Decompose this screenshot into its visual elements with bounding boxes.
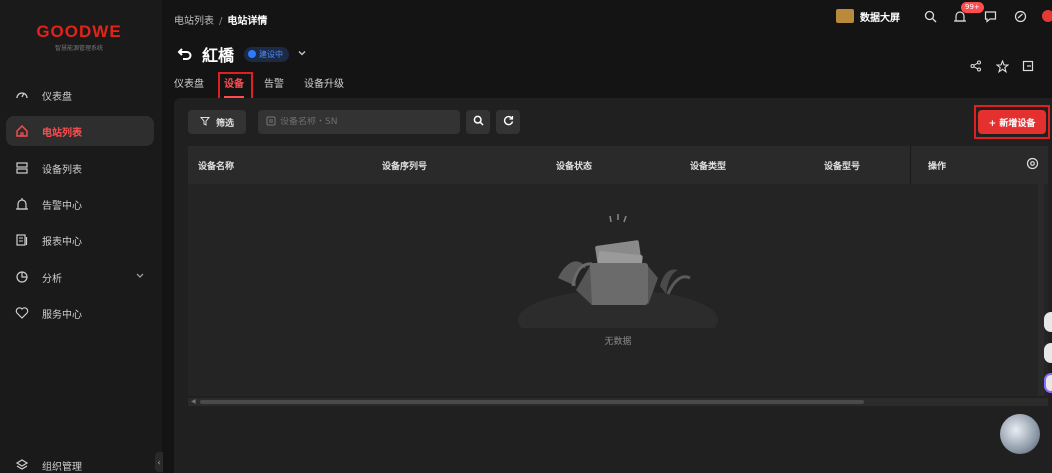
notification-icon[interactable]: 99+ xyxy=(952,2,984,24)
sidebar-item-label: 分析 xyxy=(42,273,62,285)
sidebar-item-label: 组织管理 xyxy=(42,461,82,473)
big-screen-icon xyxy=(836,9,854,23)
scrollbar-thumb[interactable] xyxy=(200,400,864,404)
filter-icon xyxy=(199,116,211,129)
page-actions xyxy=(968,58,1046,74)
tab-device-upgrade[interactable]: 设备升级 xyxy=(304,75,344,98)
status-badge-label: 建设中 xyxy=(259,49,284,59)
breadcrumb-current: 电站详情 xyxy=(227,16,268,27)
share-icon[interactable] xyxy=(968,58,984,74)
station-icon xyxy=(14,123,30,139)
sidebar-item-label: 仪表盘 xyxy=(42,91,72,103)
device-list-icon xyxy=(14,160,30,176)
add-button-highlight-box xyxy=(974,105,1050,139)
notification-count-badge: 99+ xyxy=(961,2,984,13)
main-panel: 筛选 + 新增设备 设备名称 设备序列号 设备状态 设备类型 设备型号 xyxy=(174,98,1052,473)
toolbar: 筛选 xyxy=(188,110,526,134)
page-title: 紅橋 xyxy=(202,46,235,65)
device-table: 设备名称 设备序列号 设备状态 设备类型 设备型号 操作 无数据 xyxy=(188,146,1048,396)
logo[interactable]: GOODWE 智慧能源管理系统 xyxy=(24,22,134,52)
sidebar-item-device-list[interactable]: 设备列表 xyxy=(6,153,154,183)
tabs: 仪表盘 设备 告警 设备升级 xyxy=(174,75,364,98)
big-screen-label: 数据大屏 xyxy=(860,12,900,24)
empty-box-illustration xyxy=(518,214,718,328)
report-icon xyxy=(14,232,30,248)
search-field[interactable] xyxy=(258,110,461,134)
logo-text: GOODWE xyxy=(36,22,122,41)
scroll-left-icon[interactable]: ◀ xyxy=(191,398,196,405)
search-icon[interactable] xyxy=(922,8,938,24)
floating-side-button[interactable] xyxy=(1044,312,1052,332)
refresh-icon xyxy=(503,115,514,129)
sidebar-item-alarm-center[interactable]: 告警中心 xyxy=(6,189,154,219)
status-dot-icon xyxy=(248,50,257,58)
tab-alarm[interactable]: 告警 xyxy=(264,75,284,98)
vertical-scrollbar[interactable] xyxy=(1038,184,1044,396)
chevron-down-icon[interactable] xyxy=(297,48,307,61)
big-screen-button[interactable]: 数据大屏 xyxy=(836,9,900,24)
service-icon xyxy=(14,305,30,321)
sidebar-item-service-center[interactable]: 服务中心 xyxy=(6,298,154,328)
empty-text: 无数据 xyxy=(604,337,632,347)
sidebar-item-label: 告警中心 xyxy=(42,200,82,212)
sidebar-item-dashboard[interactable]: 仪表盘 xyxy=(6,80,154,110)
sidebar-item-analysis[interactable]: 分析 xyxy=(6,262,154,292)
filter-label: 筛选 xyxy=(216,118,235,129)
tab-dashboard[interactable]: 仪表盘 xyxy=(174,75,204,98)
exit-icon[interactable] xyxy=(1020,58,1036,74)
column-header: 设备序列号 xyxy=(382,162,428,172)
horizontal-scrollbar[interactable]: ◀ xyxy=(188,398,1048,406)
floating-side-button[interactable] xyxy=(1044,373,1052,393)
sidebar-item-report-center[interactable]: 报表中心 xyxy=(6,225,154,255)
breadcrumb-link[interactable]: 电站列表 xyxy=(174,16,214,27)
chevron-down-icon[interactable] xyxy=(136,271,144,282)
filter-button[interactable]: 筛选 xyxy=(188,110,247,134)
column-settings-icon[interactable] xyxy=(1026,157,1039,173)
tab-highlight-box xyxy=(218,72,253,100)
search-input[interactable] xyxy=(280,117,451,127)
message-icon[interactable] xyxy=(982,8,998,24)
sidebar-item-label: 报表中心 xyxy=(42,236,82,248)
assistant-ball-icon[interactable] xyxy=(1000,414,1040,454)
sidebar-item-label: 服务中心 xyxy=(42,309,82,321)
table-header: 设备名称 设备序列号 设备状态 设备类型 设备型号 操作 xyxy=(188,146,1048,184)
sidebar-item-label: 电站列表 xyxy=(42,127,82,139)
column-header: 设备类型 xyxy=(690,162,727,172)
alarm-icon xyxy=(14,196,30,212)
floating-side-button[interactable] xyxy=(1044,343,1052,363)
organization-icon xyxy=(14,457,30,473)
header-actions: 数据大屏 99+ xyxy=(836,2,1052,24)
sidebar-item-label: 设备列表 xyxy=(42,164,82,176)
status-badge: 建设中 xyxy=(244,46,290,62)
column-header: 操作 xyxy=(928,162,947,172)
header: 电站列表 / 电站详情 紅橋 建设中 仪表盘 设备 告警 设备升级 数据大屏 99+ xyxy=(162,0,1052,98)
column-divider xyxy=(910,146,911,184)
sidebar: GOODWE 智慧能源管理系统 仪表盘 电站列表 设备列表 告警中心 报表中心 xyxy=(0,0,162,473)
search-icon xyxy=(473,115,484,129)
column-header: 设备名称 xyxy=(198,162,235,172)
sidebar-collapse-handle[interactable]: ‹ xyxy=(155,452,163,472)
star-icon[interactable] xyxy=(994,58,1010,74)
title-row: 紅橋 建设中 xyxy=(176,42,307,66)
settings-icon[interactable] xyxy=(1012,8,1028,24)
back-icon[interactable] xyxy=(176,45,194,63)
logo-subtitle: 智慧能源管理系统 xyxy=(54,45,103,52)
refresh-button[interactable] xyxy=(496,110,521,134)
column-header: 设备状态 xyxy=(556,162,593,172)
avatar[interactable] xyxy=(1042,10,1052,22)
analysis-icon xyxy=(14,269,30,285)
dashboard-icon xyxy=(14,87,30,103)
document-icon xyxy=(266,116,276,129)
column-header: 设备型号 xyxy=(824,162,861,172)
search-button[interactable] xyxy=(466,110,491,134)
sidebar-item-station-list[interactable]: 电站列表 xyxy=(6,116,154,146)
empty-state: 无数据 xyxy=(188,184,1048,396)
breadcrumb: 电站列表 / 电站详情 xyxy=(174,16,268,27)
sidebar-item-organization[interactable]: 组织管理 xyxy=(6,450,154,473)
